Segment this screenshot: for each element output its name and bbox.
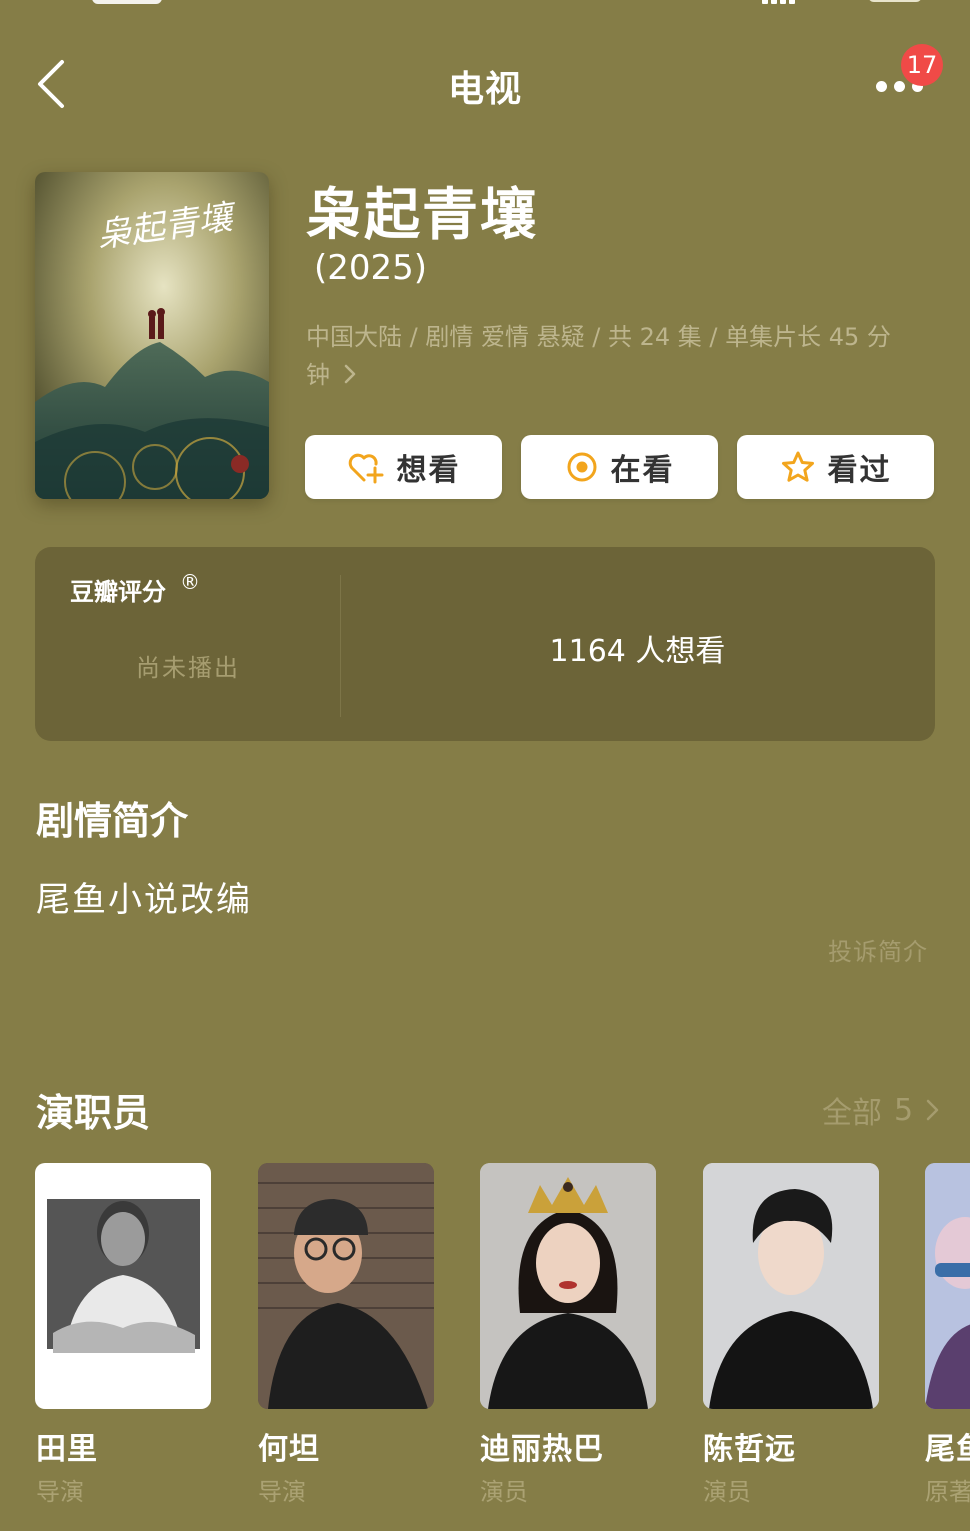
cast-role: 导演	[258, 1478, 306, 1506]
signal-icon	[762, 0, 802, 4]
rating-status: 尚未播出	[136, 654, 240, 682]
page-title: 电视	[447, 69, 522, 110]
cast-name[interactable]: 何坦	[258, 1424, 320, 1468]
cast-photo-tianli[interactable]	[35, 1163, 211, 1409]
chevron-right-icon	[344, 364, 355, 384]
star-icon	[781, 451, 814, 482]
cast-name[interactable]: 迪丽热巴	[480, 1424, 604, 1468]
movie-title: 枭起青壤	[306, 183, 538, 248]
movie-year: (2025)	[314, 248, 428, 288]
heart-plus-icon	[348, 453, 383, 484]
watching-button[interactable]: 在看	[521, 435, 718, 499]
douban-rating-label: 豆瓣评分	[70, 578, 166, 606]
target-icon	[567, 452, 596, 482]
cast-role: 导演	[36, 1478, 84, 1506]
want-to-watch-label: 想看	[396, 453, 461, 488]
cast-photo-weiyu[interactable]	[925, 1163, 970, 1409]
all-cast-count: 5	[894, 1092, 914, 1128]
cast-photo-chenzheyuan[interactable]	[703, 1163, 879, 1409]
cast-heading: 演职员	[36, 1091, 151, 1135]
report-synopsis-link[interactable]: 投诉简介	[828, 932, 928, 967]
all-cast-link[interactable]: 全部 5	[822, 1088, 941, 1132]
want-to-watch-button[interactable]: 想看	[305, 435, 502, 499]
cast-photo-hetan[interactable]	[258, 1163, 434, 1409]
all-cast-label: 全部	[822, 1096, 882, 1131]
chevron-right-icon	[926, 1099, 939, 1121]
more-dot	[894, 81, 905, 92]
status-bar	[0, 0, 970, 14]
watching-label: 在看	[610, 453, 675, 488]
synopsis-text: 尾鱼小说改编	[36, 880, 252, 920]
movie-meta-more[interactable]: 钟	[306, 356, 358, 394]
movie-meta[interactable]: 中国大陆 / 剧情 爱情 悬疑 / 共 24 集 / 单集片长 45 分	[306, 318, 926, 356]
meta-more-text: 钟	[306, 361, 330, 389]
cast-role: 演员	[480, 1478, 528, 1506]
synopsis-heading: 剧情简介	[36, 799, 189, 843]
cast-name[interactable]: 尾鱼	[925, 1424, 970, 1468]
more-dot	[876, 81, 887, 92]
cast-name[interactable]: 田里	[36, 1424, 98, 1468]
want-count: 1164 人想看	[549, 634, 726, 669]
cast-role: 演员	[703, 1478, 751, 1506]
chevron-left-icon	[38, 60, 64, 108]
watched-button[interactable]: 看过	[737, 435, 934, 499]
back-button[interactable]	[30, 56, 74, 112]
poster-image[interactable]: 枭起青壤	[35, 172, 269, 499]
watched-label: 看过	[827, 453, 892, 488]
battery-icon	[868, 0, 922, 2]
cast-name[interactable]: 陈哲远	[703, 1424, 796, 1468]
cast-photo-dilireba[interactable]	[480, 1163, 656, 1409]
registered-mark: ®	[180, 570, 200, 594]
cast-role: 原著	[925, 1478, 970, 1506]
status-time	[92, 0, 162, 4]
notification-badge: 17	[901, 44, 943, 86]
